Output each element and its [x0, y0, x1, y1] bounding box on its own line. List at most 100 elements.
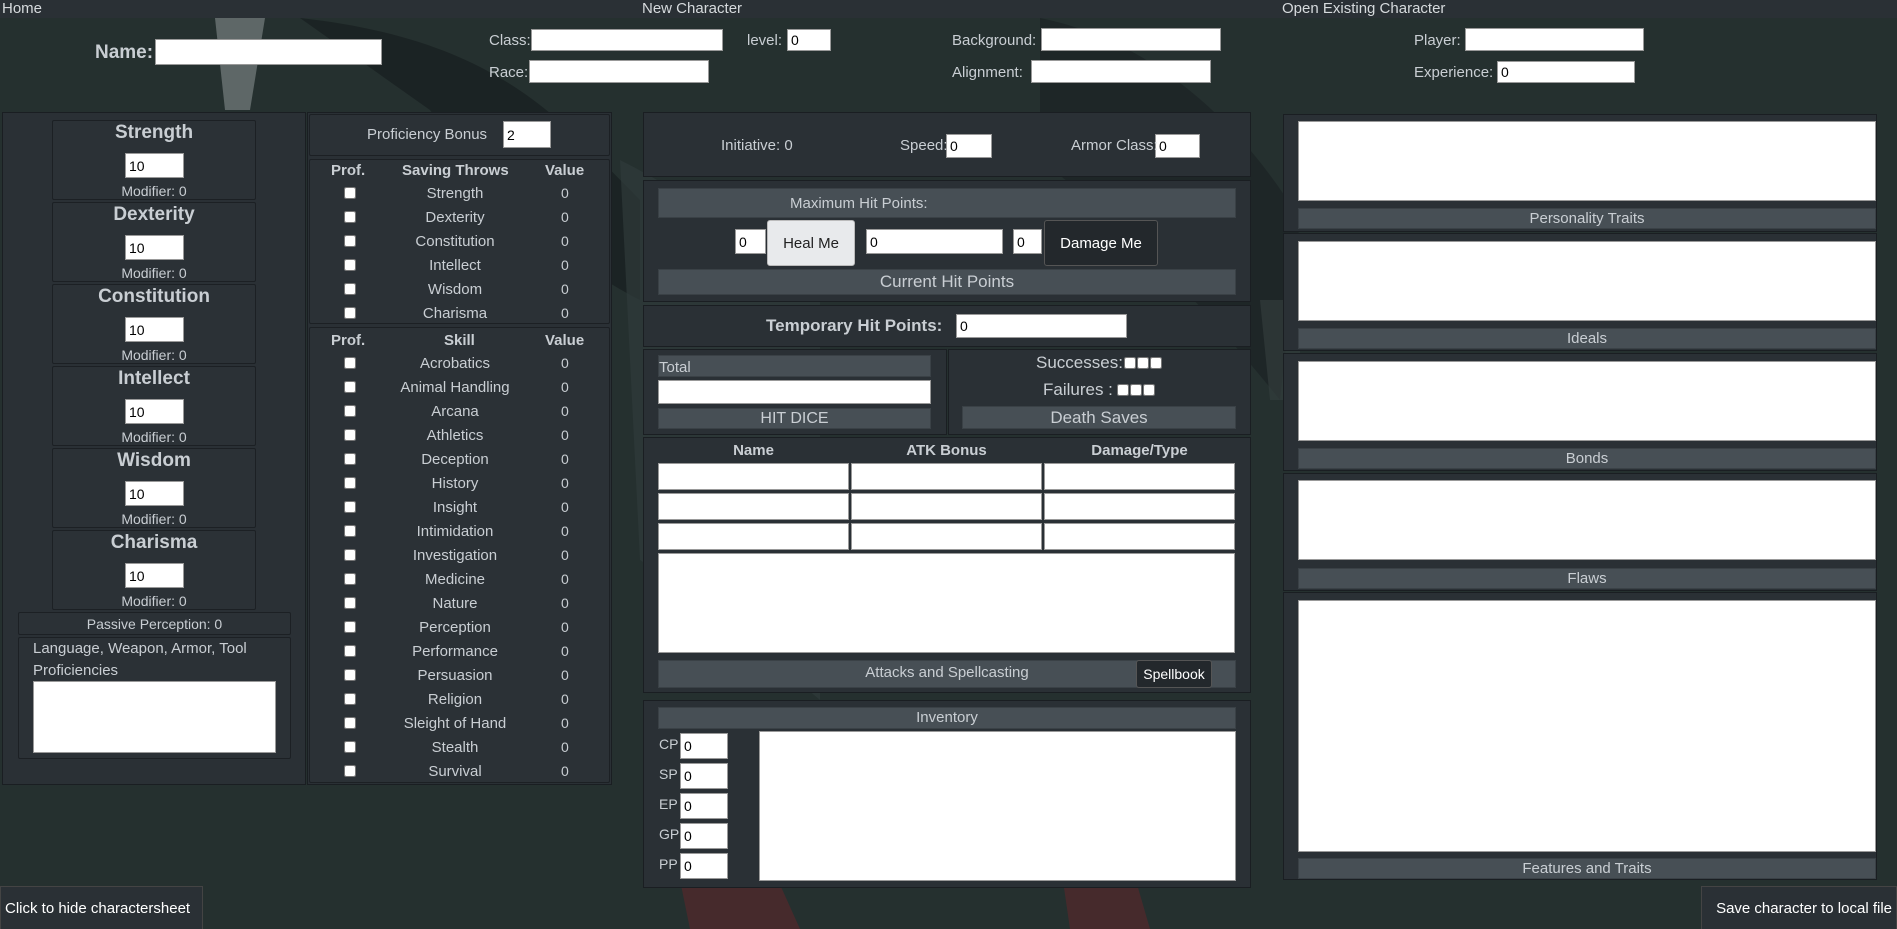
- ability-wisdom-input[interactable]: [125, 481, 184, 506]
- hit-dice-title: HIT DICE: [658, 408, 931, 429]
- attack-atk-bonus-input[interactable]: [851, 463, 1042, 490]
- current-hp-input[interactable]: [866, 229, 1003, 254]
- experience-label: Experience:: [1414, 64, 1494, 81]
- skill-value: 0: [561, 427, 569, 443]
- ability-constitution-label: Constitution: [98, 286, 210, 307]
- skill-prof-checkbox[interactable]: [344, 741, 356, 753]
- skills-header: Skill: [444, 332, 475, 349]
- hide-charactersheet-button[interactable]: Click to hide charactersheet: [0, 886, 203, 929]
- save-prof-checkbox[interactable]: [344, 187, 356, 199]
- successes-checkboxes[interactable]: [1124, 356, 1162, 374]
- failures-checkboxes[interactable]: [1117, 383, 1155, 401]
- ability-wisdom-label: Wisdom: [117, 450, 191, 471]
- skill-name: Acrobatics: [419, 355, 491, 372]
- attack-damage-input[interactable]: [1044, 523, 1235, 550]
- attack-damage-input[interactable]: [1044, 463, 1235, 490]
- background-input[interactable]: [1041, 28, 1221, 51]
- nav-home-link[interactable]: Home: [2, 0, 42, 17]
- player-input[interactable]: [1465, 28, 1644, 51]
- skill-prof-checkbox[interactable]: [344, 597, 356, 609]
- flaws-textarea[interactable]: [1298, 480, 1876, 560]
- save-prof-checkbox[interactable]: [344, 211, 356, 223]
- skill-name: Arcana: [431, 403, 479, 420]
- save-prof-checkbox[interactable]: [344, 235, 356, 247]
- save-value: 0: [561, 209, 569, 225]
- personality-textarea[interactable]: [1298, 121, 1876, 201]
- proficiency-bonus-input[interactable]: [503, 121, 551, 148]
- speed-label: Speed:: [900, 137, 948, 154]
- attack-name-input[interactable]: [658, 523, 849, 550]
- hit-dice-input[interactable]: [658, 380, 931, 404]
- level-input[interactable]: [787, 29, 831, 51]
- save-prof-checkbox[interactable]: [344, 283, 356, 295]
- damage-me-button[interactable]: Damage Me: [1044, 220, 1158, 266]
- ability-dexterity-input[interactable]: [125, 235, 184, 260]
- nav-open-existing-link[interactable]: Open Existing Character: [1282, 0, 1445, 17]
- coin-ep-input[interactable]: [680, 793, 728, 819]
- attacks-notes-textarea[interactable]: [658, 553, 1235, 653]
- skill-prof-checkbox[interactable]: [344, 669, 356, 681]
- heal-me-button[interactable]: Heal Me: [767, 220, 855, 266]
- skill-prof-checkbox[interactable]: [344, 645, 356, 657]
- temp-hp-input[interactable]: [956, 314, 1127, 338]
- attacks-damage-header: Damage/Type: [1091, 442, 1188, 459]
- class-input[interactable]: [531, 29, 723, 51]
- save-value: 0: [561, 185, 569, 201]
- personality-title: Personality Traits: [1298, 208, 1876, 229]
- skill-prof-checkbox[interactable]: [344, 429, 356, 441]
- name-input[interactable]: [155, 39, 382, 65]
- damage-amount-input[interactable]: [1013, 229, 1042, 254]
- attack-damage-input[interactable]: [1044, 493, 1235, 520]
- ability-strength-input[interactable]: [125, 153, 184, 178]
- attack-atk-bonus-input[interactable]: [851, 493, 1042, 520]
- skill-prof-checkbox[interactable]: [344, 381, 356, 393]
- features-textarea[interactable]: [1298, 600, 1876, 852]
- skill-prof-checkbox[interactable]: [344, 693, 356, 705]
- attack-atk-bonus-input[interactable]: [851, 523, 1042, 550]
- skill-prof-checkbox[interactable]: [344, 621, 356, 633]
- skill-value: 0: [561, 643, 569, 659]
- skill-value: 0: [561, 691, 569, 707]
- skill-prof-checkbox[interactable]: [344, 477, 356, 489]
- race-input[interactable]: [529, 60, 709, 83]
- armor-class-input[interactable]: [1155, 134, 1200, 158]
- ideals-textarea[interactable]: [1298, 241, 1876, 321]
- experience-input[interactable]: [1497, 61, 1635, 83]
- coin-gp-input[interactable]: [680, 823, 728, 849]
- skill-prof-checkbox[interactable]: [344, 765, 356, 777]
- heal-amount-input[interactable]: [735, 229, 766, 254]
- attacks-name-header: Name: [733, 442, 774, 459]
- skill-prof-checkbox[interactable]: [344, 549, 356, 561]
- inventory-textarea[interactable]: [759, 731, 1236, 881]
- skill-prof-checkbox[interactable]: [344, 717, 356, 729]
- coin-cp-input[interactable]: [680, 733, 728, 759]
- spellbook-button[interactable]: Spellbook: [1136, 660, 1212, 688]
- current-hp-title: Current Hit Points: [658, 269, 1236, 295]
- ability-intellect-input[interactable]: [125, 399, 184, 424]
- attack-name-input[interactable]: [658, 463, 849, 490]
- ability-charisma-input[interactable]: [125, 563, 184, 588]
- save-prof-checkbox[interactable]: [344, 307, 356, 319]
- save-character-button[interactable]: Save character to local file: [1701, 886, 1897, 929]
- armor-class-label: Armor Class:: [1071, 137, 1158, 154]
- skill-name: Survival: [428, 763, 482, 780]
- bonds-textarea[interactable]: [1298, 361, 1876, 441]
- skill-prof-checkbox[interactable]: [344, 405, 356, 417]
- skill-value: 0: [561, 499, 569, 515]
- attack-name-input[interactable]: [658, 493, 849, 520]
- skill-prof-checkbox[interactable]: [344, 573, 356, 585]
- alignment-input[interactable]: [1031, 60, 1211, 83]
- save-prof-checkbox[interactable]: [344, 259, 356, 271]
- skill-prof-checkbox[interactable]: [344, 357, 356, 369]
- ability-strength-label: Strength: [114, 122, 194, 143]
- skill-prof-checkbox[interactable]: [344, 453, 356, 465]
- skill-prof-checkbox[interactable]: [344, 501, 356, 513]
- saving-throws-value-header: Value: [545, 162, 585, 179]
- coin-pp-input[interactable]: [680, 853, 728, 879]
- proficiencies-textarea[interactable]: [33, 681, 276, 753]
- nav-new-character-link[interactable]: New Character: [642, 0, 742, 17]
- ability-constitution-input[interactable]: [125, 317, 184, 342]
- coin-sp-input[interactable]: [680, 763, 728, 789]
- speed-input[interactable]: [946, 134, 992, 158]
- skill-prof-checkbox[interactable]: [344, 525, 356, 537]
